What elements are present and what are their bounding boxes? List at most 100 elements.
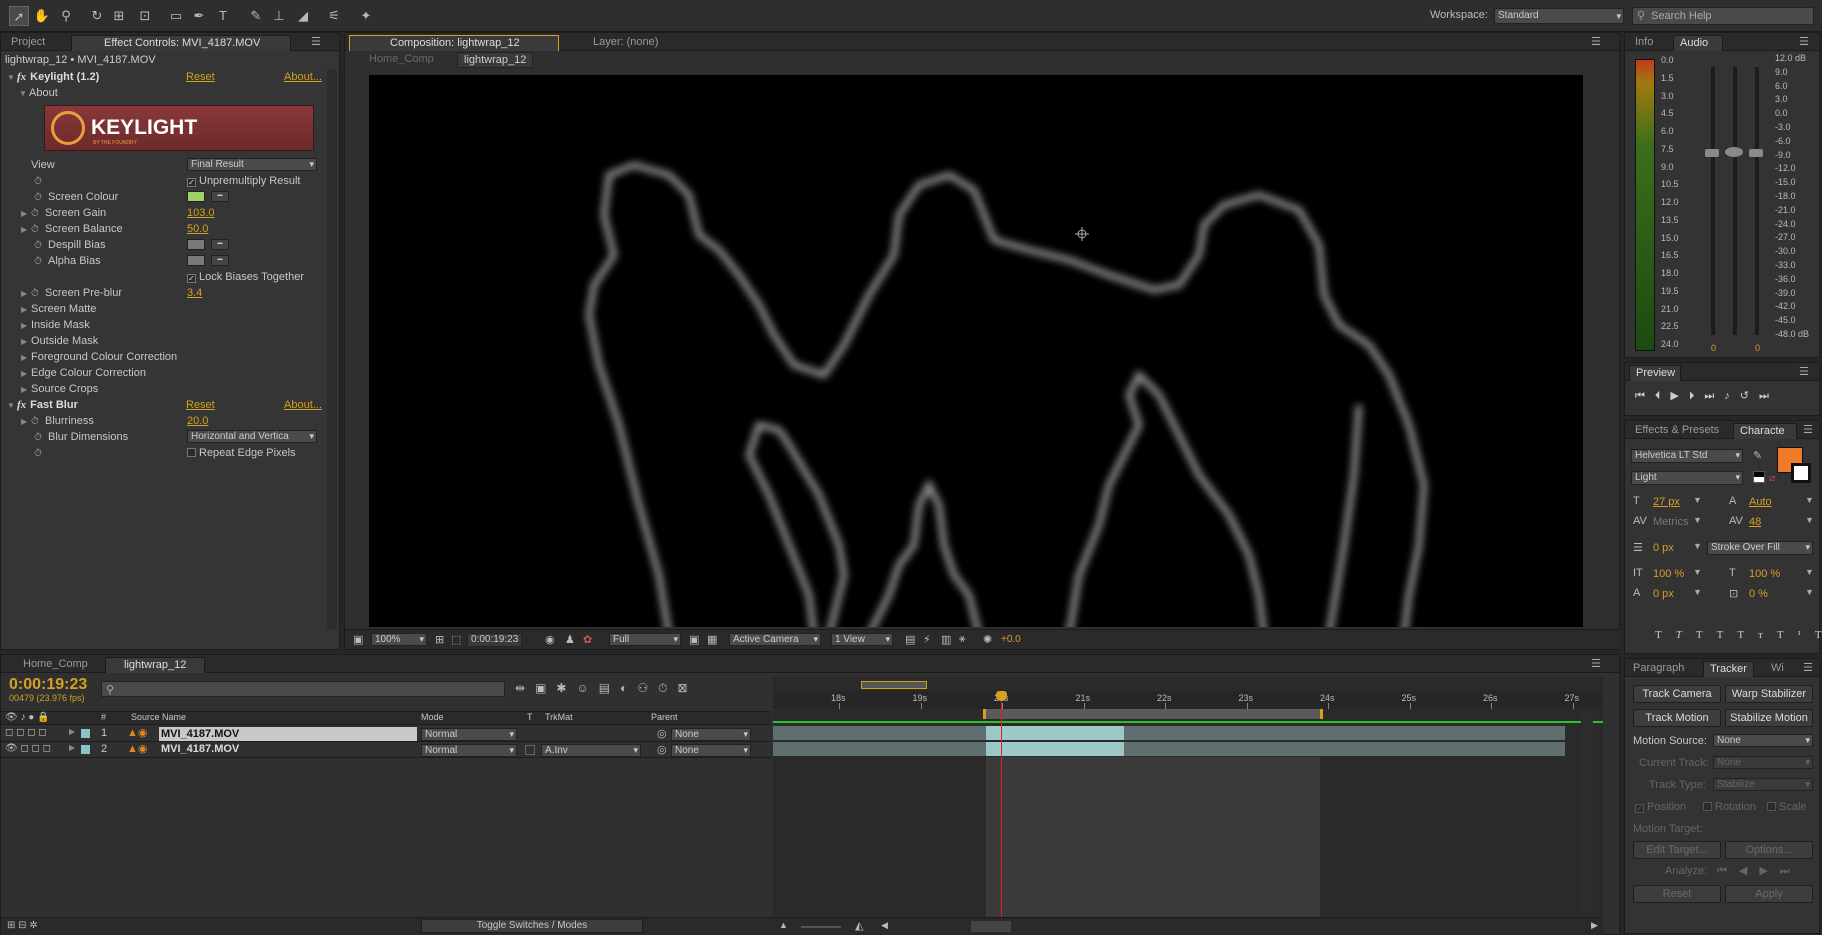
tsume-value[interactable]: 0 %: [1749, 588, 1768, 600]
font-size-value[interactable]: 27 px: [1653, 496, 1680, 508]
no-fill-icon[interactable]: ⧄: [1769, 473, 1775, 484]
panel-menu-icon[interactable]: ☰: [1803, 661, 1813, 674]
group-inside-mask[interactable]: ▶ Inside Mask: [21, 317, 90, 333]
track-type-select[interactable]: Stabilize: [1713, 778, 1813, 791]
text-style-buttons[interactable]: TTTTTтT¹T₁: [1655, 629, 1822, 641]
visibility-icon[interactable]: 👁 ◻ ◻ ◻: [5, 743, 51, 754]
breadcrumb-lightwrap[interactable]: lightwrap_12: [457, 52, 534, 68]
audio-slider-handle[interactable]: [1705, 149, 1719, 157]
about-group[interactable]: ▼ About: [19, 85, 58, 101]
expand-icon[interactable]: ▶: [69, 727, 75, 736]
despill-bias-swatch[interactable]: [187, 239, 205, 250]
position-checkbox[interactable]: ✓ Position: [1635, 801, 1686, 813]
stopwatch-icon[interactable]: ⏱: [34, 254, 44, 270]
roto-brush-tool-icon[interactable]: ⚟: [324, 6, 344, 26]
pan-behind-tool-icon[interactable]: ⊡: [135, 6, 155, 26]
fast-blur-about-link[interactable]: About...: [284, 397, 322, 413]
stroke-width-value[interactable]: 0 px: [1653, 542, 1674, 554]
layer-mode-select[interactable]: Normal: [421, 728, 517, 741]
stopwatch-icon[interactable]: ⏱: [31, 414, 41, 430]
screen-balance-value[interactable]: 50.0: [187, 221, 208, 237]
eyedropper-icon[interactable]: ✎: [1753, 449, 1762, 462]
stroke-mode-select[interactable]: Stroke Over Fill: [1707, 541, 1813, 555]
tab-composition[interactable]: Composition: lightwrap_12: [349, 35, 559, 51]
right-level-value[interactable]: 0: [1755, 343, 1760, 353]
eyedropper-icon[interactable]: ━: [211, 191, 229, 202]
label-color-icon[interactable]: [81, 745, 90, 754]
timeline-graph-area[interactable]: 18s19s20s21s22s23s24s25s26s27s: [773, 677, 1603, 931]
rectangle-tool-icon[interactable]: ▭: [166, 6, 186, 26]
exposure-value[interactable]: +0.0: [1001, 634, 1021, 645]
composition-viewer[interactable]: [369, 75, 1583, 627]
current-time-indicator[interactable]: [1001, 691, 1002, 931]
region-of-interest-icon[interactable]: ▣: [689, 633, 699, 646]
stopwatch-icon[interactable]: ⏱: [31, 206, 41, 222]
eyedropper-icon[interactable]: ━: [211, 255, 229, 266]
left-level-value[interactable]: 0: [1711, 343, 1716, 353]
eyedropper-icon[interactable]: ━: [211, 239, 229, 250]
blur-dimensions-select[interactable]: Horizontal and Vertica: [187, 430, 317, 443]
layer-bar-active-segment[interactable]: [986, 726, 1124, 740]
tab-wiggler[interactable]: Wi: [1765, 661, 1790, 677]
fast-blur-reset-link[interactable]: Reset: [186, 397, 215, 413]
puppet-pin-tool-icon[interactable]: ✦: [356, 6, 376, 26]
keylight-about-link[interactable]: About...: [284, 69, 322, 85]
camera-select[interactable]: Active Camera: [729, 633, 821, 646]
tab-effect-controls[interactable]: Effect Controls: MVI_4187.MOV: [71, 35, 291, 51]
layer-parent-select[interactable]: None: [671, 728, 751, 741]
tracking-value[interactable]: 48: [1749, 516, 1761, 528]
selection-tool-icon[interactable]: ➚: [9, 6, 29, 26]
audio-slider-handle[interactable]: [1749, 149, 1763, 157]
layer-switches-icon[interactable]: ⊞ ⊟ ✲: [7, 920, 38, 931]
view-layout-select[interactable]: 1 View: [831, 633, 893, 646]
warp-stabilizer-button[interactable]: Warp Stabilizer: [1725, 685, 1813, 703]
rotate-tool-icon[interactable]: ↻: [87, 6, 107, 26]
tab-lightwrap-timeline[interactable]: lightwrap_12: [105, 657, 205, 673]
camera-tool-icon[interactable]: ⊞: [109, 6, 129, 26]
stabilize-motion-button[interactable]: Stabilize Motion: [1725, 709, 1813, 727]
stopwatch-icon[interactable]: ⏱: [31, 222, 41, 238]
kerning-value[interactable]: Metrics: [1653, 516, 1688, 528]
options-button[interactable]: Options...: [1725, 841, 1813, 859]
baseline-shift-value[interactable]: 0 px: [1653, 588, 1674, 600]
current-time[interactable]: 0:00:19:23: [467, 633, 523, 647]
panel-menu-icon[interactable]: ☰: [1803, 423, 1813, 436]
current-track-select[interactable]: None: [1713, 756, 1813, 769]
apply-button[interactable]: Apply: [1725, 885, 1813, 903]
tab-effects-presets[interactable]: Effects & Presets: [1629, 423, 1725, 439]
safe-zones-icon[interactable]: ⊞: [435, 633, 444, 646]
label-color-icon[interactable]: [81, 729, 90, 738]
clone-stamp-tool-icon[interactable]: ⊥: [269, 6, 289, 26]
fast-blur-header[interactable]: ▼ fx Fast Blur: [7, 397, 78, 413]
magnification-select[interactable]: 100%: [371, 633, 427, 646]
vertical-scale-value[interactable]: 100 %: [1653, 568, 1684, 580]
unpremultiply-checkbox[interactable]: ✓ Unpremultiply Result: [187, 173, 300, 189]
layer-parent-select[interactable]: None: [671, 744, 751, 757]
toggle-pixel-aspect-icon[interactable]: ▤: [905, 633, 915, 646]
panel-menu-icon[interactable]: ☰: [1799, 365, 1809, 378]
lock-biases-checkbox[interactable]: ✓ Lock Biases Together: [187, 269, 304, 285]
tab-character[interactable]: Characte: [1733, 423, 1797, 439]
layer-bar[interactable]: [773, 726, 1565, 740]
horizontal-scroll-thumb[interactable]: [971, 921, 1011, 932]
panel-menu-icon[interactable]: ☰: [1799, 35, 1809, 48]
vertical-scrollbar[interactable]: [1581, 709, 1593, 931]
work-area-bar[interactable]: [983, 709, 1323, 719]
expand-icon[interactable]: ▶: [69, 743, 75, 752]
tab-layer[interactable]: Layer: (none): [587, 35, 664, 51]
timeline-search-input[interactable]: ⚲: [101, 681, 505, 697]
layer-mode-select[interactable]: Normal: [421, 744, 517, 757]
layer-bar-active-segment[interactable]: [986, 742, 1124, 756]
flowchart-icon[interactable]: ⚹: [959, 633, 966, 646]
visibility-icon[interactable]: ◻ ◻ ◻ ◻: [5, 727, 47, 738]
stopwatch-icon[interactable]: ⏱: [34, 190, 44, 206]
show-snapshot-icon[interactable]: ♟: [565, 633, 575, 646]
layer-bar[interactable]: [773, 742, 1565, 756]
tab-audio[interactable]: Audio: [1673, 35, 1723, 51]
audio-slider-handle[interactable]: [1725, 147, 1743, 157]
brush-tool-icon[interactable]: ✎: [246, 6, 266, 26]
fast-previews-icon[interactable]: ⚡: [923, 633, 931, 646]
scroll-left-icon[interactable]: ◀: [881, 920, 888, 931]
font-style-select[interactable]: Light: [1631, 471, 1743, 485]
stopwatch-icon[interactable]: ⏱: [34, 430, 44, 446]
